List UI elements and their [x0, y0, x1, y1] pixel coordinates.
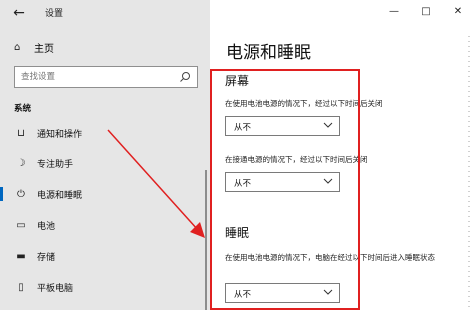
notification-icon: ⊔ — [17, 127, 25, 139]
sidebar-item-battery[interactable]: ▭ 电池 — [0, 213, 210, 237]
sidebar-item-focus-assist[interactable]: ☽ 专注助手 — [0, 151, 210, 175]
tablet-icon: ▯ — [18, 281, 24, 293]
sidebar-item-power-sleep[interactable]: ⏻ 电源和睡眠 — [0, 182, 210, 206]
search-icon[interactable] — [178, 70, 192, 84]
page-title: 电源和睡眠 — [226, 43, 311, 63]
sidebar: ← 设置 ⌂ 主页 系统 ⊔ 通知和操作 ☽ 专注助手 ⏻ 电源和睡眠 ▭ 电池… — [0, 0, 210, 310]
home-icon: ⌂ — [14, 41, 21, 53]
sidebar-item-label: 电池 — [37, 221, 56, 232]
moon-icon: ☽ — [16, 157, 26, 169]
minimize-button[interactable]: — — [378, 0, 410, 24]
search-box[interactable] — [14, 66, 198, 88]
highlight-box — [210, 69, 360, 310]
sidebar-item-label: 电源和睡眠 — [37, 190, 83, 201]
sidebar-item-home[interactable]: ⌂ 主页 — [14, 39, 54, 55]
main-scrollbar[interactable] — [468, 36, 470, 310]
title-bar: ← 设置 — [0, 0, 210, 26]
app-title: 设置 — [45, 9, 64, 19]
sidebar-item-notifications[interactable]: ⊔ 通知和操作 — [0, 121, 210, 145]
window-controls: — □ ✕ — [378, 0, 474, 26]
maximize-button[interactable]: □ — [410, 0, 442, 24]
storage-icon: ▬ — [16, 250, 26, 262]
section-label-system: 系统 — [14, 104, 32, 114]
sidebar-item-tablet[interactable]: ▯ 平板电脑 — [0, 275, 210, 299]
battery-icon: ▭ — [16, 219, 26, 231]
close-button[interactable]: ✕ — [442, 0, 474, 24]
back-button[interactable]: ← — [8, 2, 30, 24]
sidebar-item-label: 平板电脑 — [37, 283, 74, 294]
sidebar-item-label: 专注助手 — [37, 159, 74, 170]
search-input[interactable] — [15, 67, 175, 87]
sidebar-item-label: 通知和操作 — [37, 129, 83, 140]
power-icon: ⏻ — [17, 188, 25, 200]
sidebar-item-label: 存储 — [37, 252, 56, 263]
sidebar-scrollbar[interactable] — [205, 170, 207, 310]
sidebar-item-storage[interactable]: ▬ 存储 — [0, 244, 210, 268]
home-label: 主页 — [34, 43, 54, 55]
